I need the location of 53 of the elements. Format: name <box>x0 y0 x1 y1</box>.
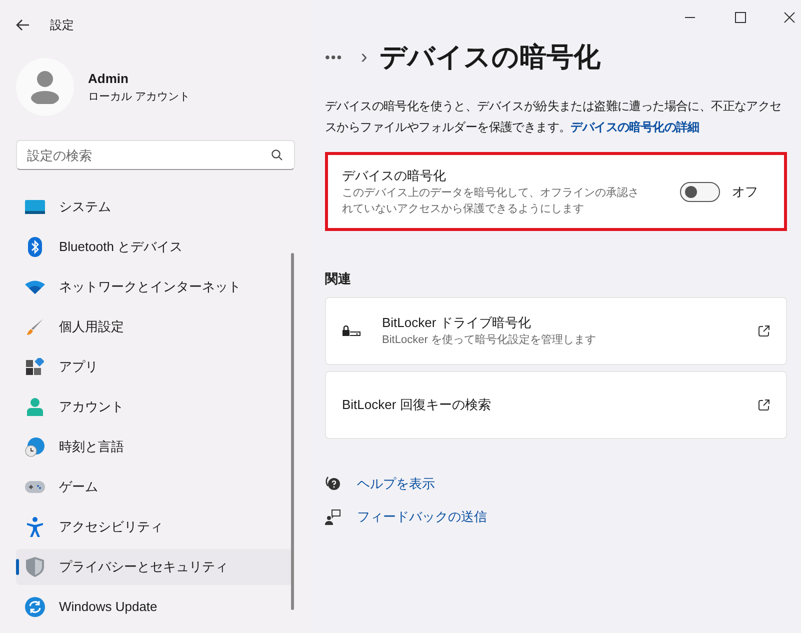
search-field[interactable]: 設定の検索 <box>16 140 295 170</box>
sync-icon <box>25 597 45 617</box>
sidebar-item[interactable]: ネットワークとインターネット <box>16 269 293 305</box>
sidebar-item[interactable]: Windows Update <box>16 589 293 625</box>
sidebar-item[interactable]: ゲーム <box>16 469 293 505</box>
toggle-switch[interactable] <box>680 182 720 202</box>
accessibility-icon <box>27 517 43 537</box>
external-link-icon <box>758 324 770 336</box>
footer-link[interactable]: ヘルプを表示 <box>357 474 435 493</box>
section-heading: 関連 <box>325 270 352 288</box>
back-arrow-icon[interactable] <box>16 19 30 31</box>
sidebar-item[interactable]: アカウント <box>16 389 293 425</box>
link-card[interactable]: BitLocker ドライブ暗号化 BitLocker を使って暗号化設定を管理します <box>325 296 787 364</box>
breadcrumb-separator: › <box>360 45 368 70</box>
sidebar-item[interactable]: プライバシーとセキュリティ <box>16 549 293 585</box>
link-title: BitLocker 回復キーの検索 <box>342 396 491 414</box>
apps-icon <box>26 358 44 376</box>
monitor-icon <box>25 200 45 214</box>
footer-link[interactable]: フィードバックの送信 <box>357 507 487 526</box>
link-description: BitLocker を使って暗号化設定を管理します <box>382 332 596 348</box>
sidebar-item[interactable]: 時刻と言語 <box>16 429 293 465</box>
globe-clock-icon <box>25 437 45 457</box>
lock-drive-icon <box>342 324 362 336</box>
description-text: デバイスの暗号化を使うと、デバイスが紛失または盗難に遭った場合に、不正なアクセスからファイルやフォルダーを保護できます。デバイスの暗号化の詳細 <box>325 98 782 136</box>
toggle-state-label: オフ <box>732 182 758 201</box>
link-title: BitLocker ドライブ暗号化 <box>382 314 532 332</box>
account-name: Admin <box>88 70 130 88</box>
link-card[interactable]: BitLocker 回復キーの検索 <box>325 370 787 438</box>
page-title: デバイスの暗号化 <box>379 40 600 74</box>
breadcrumb-ellipsis[interactable]: ••• <box>325 46 343 68</box>
close-icon[interactable] <box>784 12 795 23</box>
gamepad-icon <box>25 480 45 494</box>
setting-title: デバイスの暗号化 <box>342 166 447 185</box>
external-link-icon <box>758 398 770 410</box>
scrollbar[interactable] <box>291 253 294 610</box>
person-icon <box>27 398 43 416</box>
maximize-icon[interactable] <box>735 12 746 23</box>
account-type: ローカル アカウント <box>88 90 190 104</box>
learn-more-link[interactable]: デバイスの暗号化の詳細 <box>570 120 700 134</box>
paintbrush-icon <box>26 318 44 336</box>
sidebar-item[interactable]: Bluetooth とデバイス <box>16 229 293 265</box>
sidebar-item[interactable]: アクセシビリティ <box>16 509 293 545</box>
help-icon <box>325 475 341 492</box>
setting-description: このデバイス上のデータを暗号化して、オフラインの承認されていないアクセスから保護できるようにします <box>342 186 640 218</box>
window-title: 設定 <box>50 17 74 34</box>
search-icon <box>271 149 283 161</box>
sidebar-item[interactable]: アプリ <box>16 349 293 385</box>
wifi-icon <box>25 280 45 294</box>
feedback-icon <box>325 508 341 525</box>
shield-icon <box>26 557 44 577</box>
sidebar-item[interactable]: 個人用設定 <box>16 309 293 345</box>
bluetooth-icon <box>28 237 42 257</box>
sidebar-item[interactable]: システム <box>16 189 293 225</box>
